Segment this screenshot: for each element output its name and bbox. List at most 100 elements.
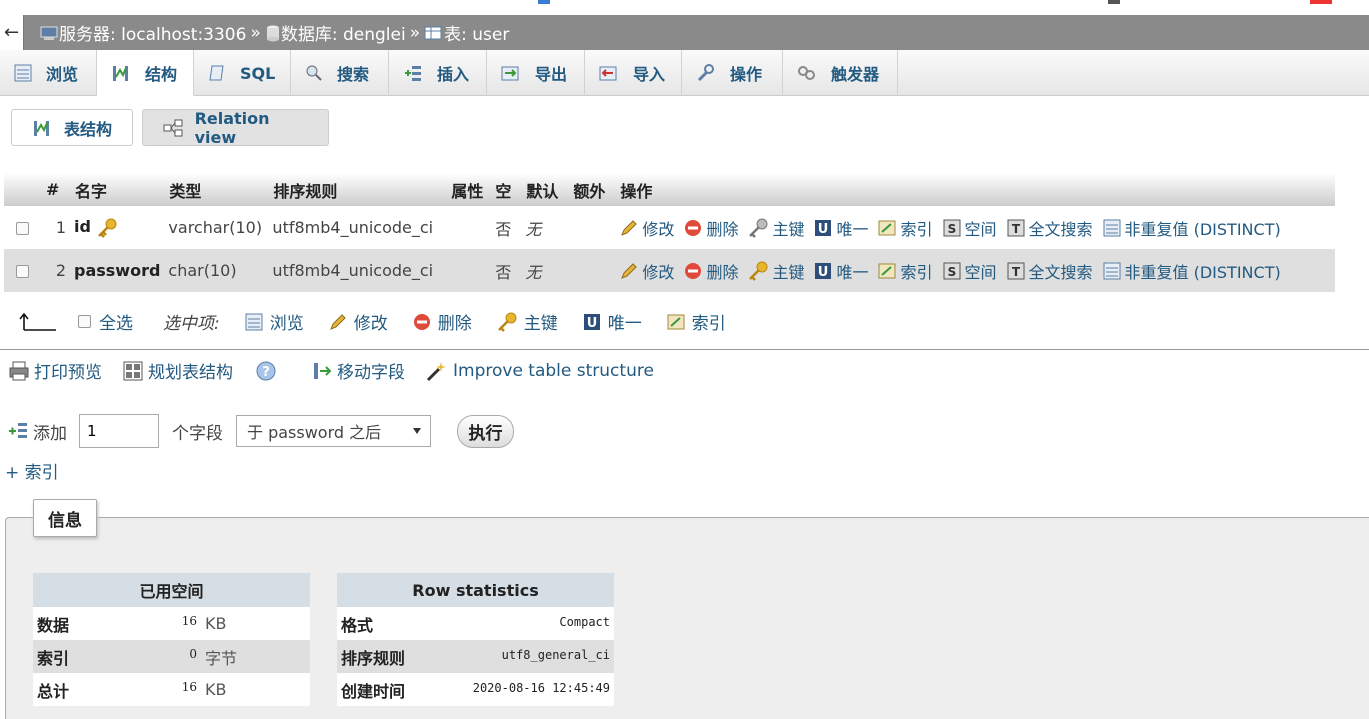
col-default[interactable]: 默认 <box>521 173 569 206</box>
tab-export[interactable]: 导出 <box>487 50 585 96</box>
help-icon[interactable]: ? <box>255 360 277 382</box>
check-all-checkbox[interactable] <box>78 315 91 328</box>
drop-action[interactable]: 删除 <box>683 216 738 240</box>
tab-structure[interactable]: 结构 <box>97 50 194 96</box>
tab-insert[interactable]: 插入 <box>389 50 487 96</box>
col-collation[interactable]: 排序规则 <box>268 173 447 206</box>
add-column-icon <box>9 423 27 438</box>
structure-subtabs: 表结构 Relation view <box>11 109 329 147</box>
search-icon <box>306 65 322 81</box>
fulltext-icon: T <box>1007 219 1025 236</box>
info-legend: 信息 <box>33 499 97 537</box>
primary-key-icon <box>497 312 517 332</box>
improve-structure-link[interactable]: Improve table structure <box>425 360 654 382</box>
fulltext-label: 全文搜索 <box>1028 219 1093 239</box>
tab-browse[interactable]: 浏览 <box>0 50 97 96</box>
row-actions-cell: 修改 删除 主键 U 唯一 索引 S 空间 T 全文搜索 非重复值 (DISTINCT… <box>615 206 1335 249</box>
tab-search[interactable]: 搜索 <box>291 50 389 96</box>
tab-operations[interactable]: 操作 <box>682 50 783 96</box>
browser-top-strip <box>0 0 1369 15</box>
check-all-label[interactable]: 全选 <box>99 309 133 334</box>
space-usage-table: 已用空间 数据 16 KB 索引 0 字节 总计 16 KB <box>33 573 310 706</box>
back-arrow-icon[interactable]: ← <box>0 15 24 50</box>
change-action[interactable]: 修改 <box>619 216 674 240</box>
relation-view-button[interactable]: Relation view <box>142 109 329 147</box>
tab-label: 操作 <box>730 65 763 84</box>
fulltext-action[interactable]: T 全文搜索 <box>1006 259 1093 283</box>
row-checkbox[interactable] <box>16 265 29 278</box>
col-name[interactable]: 名字 <box>70 173 165 206</box>
space-value: 0 <box>141 640 201 673</box>
propose-structure-link[interactable]: 规划表结构 <box>122 358 233 383</box>
spatial-action[interactable]: S 空间 <box>942 216 997 240</box>
primary-action[interactable]: 主键 <box>747 216 804 240</box>
spatial-action[interactable]: S 空间 <box>942 259 997 283</box>
top-strip-mark <box>1310 0 1332 4</box>
primary-label: 主键 <box>772 262 805 282</box>
bulk-change-button[interactable]: 修改 <box>328 309 388 334</box>
row-null: 否 <box>492 249 522 292</box>
primary-action[interactable]: 主键 <box>747 259 804 283</box>
col-null[interactable]: 空 <box>492 173 522 206</box>
bulk-primary-button[interactable]: 主键 <box>496 309 558 334</box>
space-key: 索引 <box>33 640 141 673</box>
breadcrumb: ← 服务器: localhost:3306 » 数据库: denglei » 表… <box>0 15 1369 50</box>
distinct-action[interactable]: 非重复值 (DISTINCT) <box>1102 259 1281 283</box>
bulk-unique-button[interactable]: U 唯一 <box>582 309 642 334</box>
tab-label: 浏览 <box>46 65 79 84</box>
pencil-icon <box>329 313 346 330</box>
add-columns-position-select[interactable]: 于 password 之后 <box>236 415 431 447</box>
unique-action[interactable]: U 唯一 <box>813 216 868 240</box>
row-default: 无 <box>521 206 569 249</box>
space-value: 16 <box>141 607 201 640</box>
space-value-number: 16 <box>181 614 197 628</box>
breadcrumb-table[interactable]: 表: user <box>424 20 509 45</box>
col-type[interactable]: 类型 <box>164 173 269 206</box>
bulk-drop-label: 删除 <box>437 314 472 334</box>
fulltext-action[interactable]: T 全文搜索 <box>1006 216 1093 240</box>
tab-triggers[interactable]: 触发器 <box>783 50 898 96</box>
primary-label: 主键 <box>772 219 805 239</box>
svg-text:S: S <box>947 265 956 279</box>
table-structure-button[interactable]: 表结构 <box>11 109 133 146</box>
arrow-up-left-icon <box>19 312 56 331</box>
unique-label: 唯一 <box>836 262 869 282</box>
row-default: 无 <box>521 249 569 292</box>
stats-key: 排序规则 <box>337 640 437 673</box>
unique-action[interactable]: U 唯一 <box>813 259 868 283</box>
add-index-link[interactable]: + 索引 <box>5 458 59 483</box>
tab-import[interactable]: 导入 <box>585 50 682 96</box>
move-columns-link[interactable]: 移动字段 <box>311 358 405 383</box>
bulk-drop-button[interactable]: 删除 <box>412 309 472 334</box>
distinct-label: 非重复值 (DISTINCT) <box>1124 262 1281 282</box>
distinct-icon <box>1103 219 1121 236</box>
row-type: varchar(10) <box>164 206 269 249</box>
breadcrumb-database[interactable]: 数据库: denglei <box>265 20 406 45</box>
row-actions-cell: 修改 删除 主键 U 唯一 索引 S 空间 T 全文搜索 非重复值 (DISTINCT… <box>615 249 1335 292</box>
row-statistics-header-row: Row statistics <box>337 573 614 607</box>
add-columns-go-button[interactable]: 执行 <box>457 414 514 448</box>
drop-action[interactable]: 删除 <box>683 259 738 283</box>
breadcrumb-separator: » <box>250 22 261 43</box>
change-action[interactable]: 修改 <box>619 259 674 283</box>
index-action[interactable]: 索引 <box>877 216 933 240</box>
row-num: 2 <box>42 249 70 292</box>
print-view-link[interactable]: 打印预览 <box>8 358 102 383</box>
bulk-browse-button[interactable]: 浏览 <box>244 309 304 334</box>
row-statistics-title: Row statistics <box>337 573 614 607</box>
tab-label: SQL <box>240 63 276 83</box>
col-attributes[interactable]: 属性 <box>446 173 493 206</box>
breadcrumb-server[interactable]: 服务器: localhost:3306 <box>39 20 246 45</box>
with-selected-label: 选中项: <box>163 314 220 334</box>
add-columns-count-input[interactable] <box>79 414 159 448</box>
distinct-action[interactable]: 非重复值 (DISTINCT) <box>1102 216 1281 240</box>
bulk-index-button[interactable]: 索引 <box>666 309 726 334</box>
index-action[interactable]: 索引 <box>877 259 933 283</box>
tab-label: 导入 <box>633 65 666 84</box>
tab-sql[interactable]: SQL <box>194 50 291 96</box>
row-checkbox[interactable] <box>16 222 29 235</box>
bulk-browse-label: 浏览 <box>269 314 304 334</box>
col-extra[interactable]: 额外 <box>568 173 616 206</box>
print-view-label: 打印预览 <box>34 363 102 383</box>
printer-icon <box>9 361 29 380</box>
